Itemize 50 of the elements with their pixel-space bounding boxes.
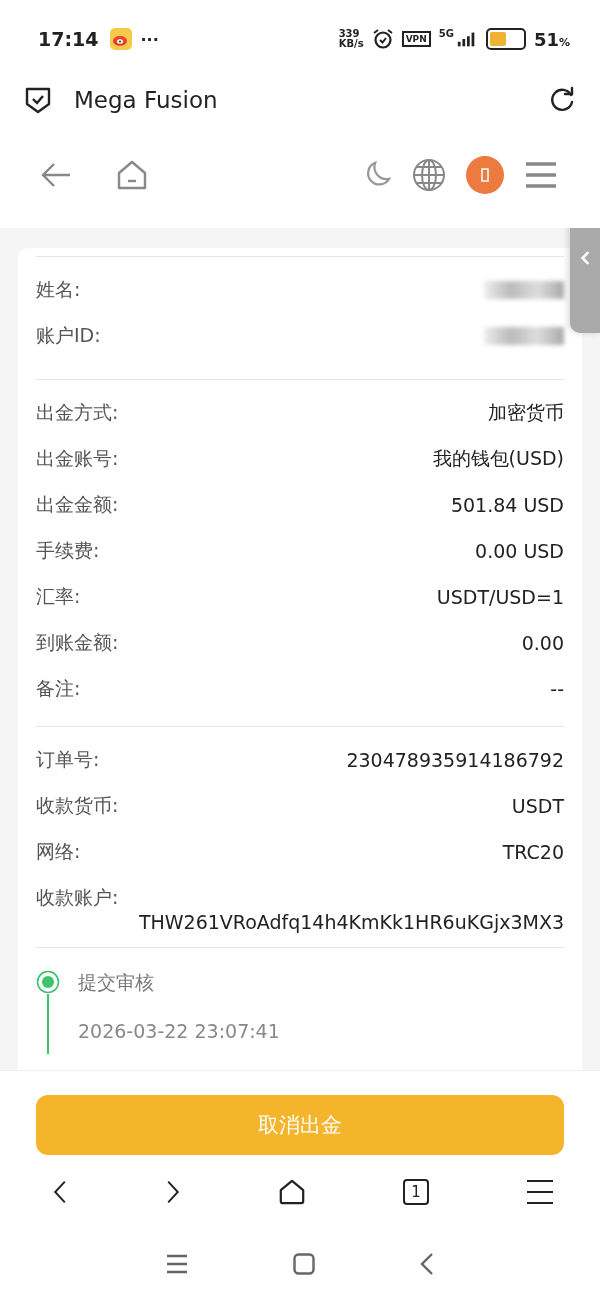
reload-icon[interactable]: [548, 86, 576, 114]
tabs-button[interactable]: 1: [403, 1179, 429, 1205]
back-arrow-icon[interactable]: [40, 161, 72, 189]
field-value: USDT/USD=1: [436, 586, 564, 608]
field-label: 账户ID:: [36, 323, 101, 348]
field-value: 230478935914186792: [346, 749, 564, 771]
battery-percentage: 51%: [533, 28, 570, 50]
field-label: 手续费:: [36, 538, 100, 563]
chevron-left-icon: [580, 250, 590, 266]
forward-icon[interactable]: [165, 1178, 181, 1206]
field-label: 备注:: [36, 676, 81, 701]
more-notifications: ···: [140, 29, 159, 49]
battery-icon: [485, 28, 526, 50]
field-label: 出金方式:: [36, 400, 119, 425]
vpn-indicator: VPN: [401, 31, 431, 47]
field-label: 出金账号:: [36, 446, 119, 471]
language-flag-icon[interactable]: [466, 156, 504, 194]
field-label: 订单号:: [36, 747, 100, 772]
timeline-line: [47, 994, 49, 1054]
field-value: THW261VRoAdfq14h4KmKk1HR6uKGjx3MX3: [138, 911, 564, 933]
field-value: 我的钱包(USD): [432, 446, 564, 471]
recents-icon[interactable]: [166, 1254, 188, 1274]
shield-check-icon: [24, 85, 52, 115]
field-value: USDT: [511, 795, 564, 817]
network-type: 5G: [438, 28, 454, 39]
status-time: 17:14: [38, 28, 99, 50]
field-label: 收款货币:: [36, 793, 119, 818]
field-value: 0.00: [521, 632, 564, 654]
field-label: 网络:: [36, 839, 81, 864]
field-value: TRC20: [502, 841, 564, 863]
step-title: 提交审核: [78, 970, 155, 994]
field-label: 汇率:: [36, 584, 81, 609]
field-label: 姓名:: [36, 277, 81, 302]
alarm-icon: [371, 28, 394, 50]
app-title: Mega Fusion: [74, 87, 218, 113]
home-icon[interactable]: [278, 1178, 306, 1206]
globe-icon[interactable]: [412, 158, 446, 192]
field-label: 到账金额:: [36, 630, 119, 655]
app-notification-icon: [110, 28, 133, 50]
field-value: 501.84 USD: [450, 494, 564, 516]
menu-icon[interactable]: [526, 1179, 554, 1205]
field-value: 加密货币: [488, 400, 564, 425]
step-time: 2026-03-22 23:07:41: [78, 1020, 280, 1042]
back-icon[interactable]: [52, 1178, 68, 1206]
field-label: 出金金额:: [36, 492, 119, 517]
field-value: --: [550, 678, 564, 700]
home-square-icon[interactable]: [293, 1253, 315, 1275]
network-speed: 339 KB/s: [338, 29, 364, 49]
field-label: 收款账户:: [36, 885, 120, 910]
field-value: 0.00 USD: [475, 540, 564, 562]
